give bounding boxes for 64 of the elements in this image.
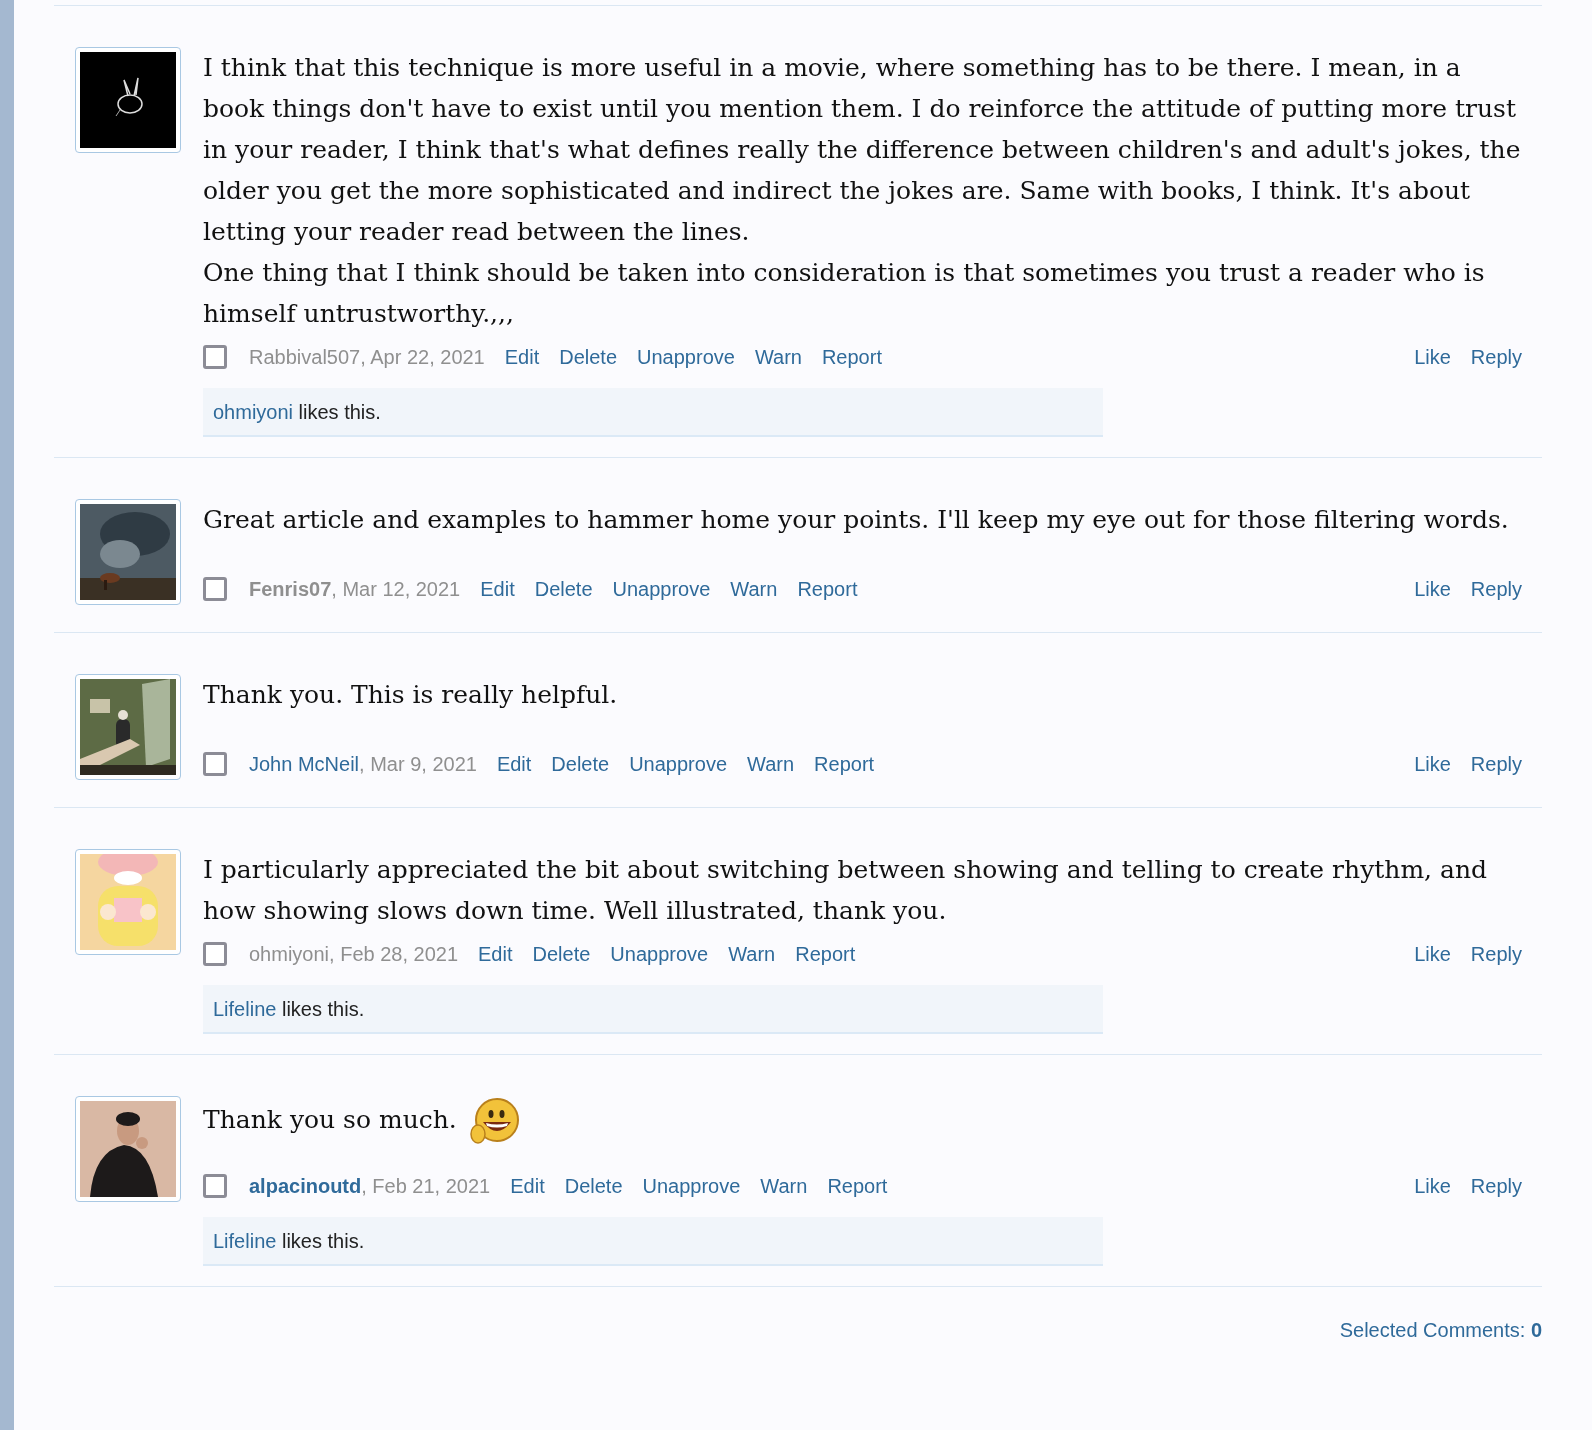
post-date: , Mar 9, 2021 — [359, 752, 477, 777]
likes-text: likes this. — [297, 399, 381, 425]
comment-text: I think that this technique is more useful in a movie, where something has to be there. I mean, in a book things don't have to exist until you mention them. I do reinforce the attitude of putting more trust in your reader, I think that's what defines really the difference between children's and adult's jokes, the older you get the more sophisticated and indirect the jokes are. Same with books, I think. It's about letting your reader read between the lines. — [203, 52, 1522, 248]
author-name[interactable]: alpacinoutd — [249, 1171, 362, 1201]
post-date: , Mar 12, 2021 — [331, 577, 461, 602]
author-name[interactable]: Fenris07 — [249, 574, 332, 604]
action-link[interactable]: Delete — [534, 574, 593, 604]
action-link[interactable]: Like — [1414, 939, 1451, 969]
action-link[interactable]: Warn — [728, 939, 776, 969]
post-date: , Apr 22, 2021 — [360, 345, 485, 370]
user-link[interactable]: Lifeline — [213, 1225, 277, 1256]
action-link[interactable]: Report — [797, 574, 858, 604]
action-link[interactable]: Report — [795, 939, 856, 969]
post-date: , Feb 28, 2021 — [329, 942, 459, 967]
action-link[interactable]: Warn — [747, 749, 795, 779]
author-name[interactable]: John McNeil — [249, 749, 360, 779]
post-date: , Feb 21, 2021 — [361, 1174, 491, 1199]
action-link[interactable]: Delete — [551, 749, 610, 779]
select-checkbox[interactable] — [203, 942, 227, 966]
action-link[interactable]: Reply — [1470, 342, 1522, 372]
action-link[interactable]: Warn — [760, 1171, 808, 1201]
select-checkbox[interactable] — [203, 577, 227, 601]
user-link[interactable]: ohmiyoni — [213, 396, 294, 427]
action-link[interactable]: Edit — [496, 749, 532, 779]
author-name[interactable]: ohmiyoni — [249, 939, 330, 969]
likes-text: likes this. — [280, 996, 365, 1022]
action-link[interactable]: Edit — [478, 939, 513, 969]
comment-text: Thank you. This is really helpful. — [203, 679, 619, 711]
comment-text: Thank you so much. — [203, 1104, 457, 1134]
author-name[interactable]: Rabbival507 — [249, 342, 361, 372]
action-link[interactable]: Report — [814, 749, 875, 779]
action-link[interactable]: Unapprove — [612, 574, 711, 604]
action-link[interactable]: Edit — [504, 342, 540, 372]
action-link[interactable]: Report — [821, 342, 882, 372]
action-link[interactable]: Delete — [532, 939, 591, 969]
action-link[interactable]: Reply — [1470, 574, 1522, 604]
action-link[interactable]: Reply — [1470, 749, 1522, 779]
selected-comments-count: 0 — [1530, 1318, 1542, 1343]
action-link[interactable]: Like — [1414, 342, 1451, 372]
action-link[interactable]: Reply — [1470, 1171, 1522, 1201]
comment-text: One thing that I think should be taken into consideration is that sometimes you trust a reader who is himself untrustworthy.,,, — [203, 257, 1486, 330]
select-checkbox[interactable] — [203, 1174, 227, 1198]
select-checkbox[interactable] — [203, 345, 227, 369]
action-link[interactable]: Like — [1414, 1171, 1451, 1201]
comment-text: I particularly appreciated the bit about switching between showing and telling to create rhythm, and how showing slows down time. Well illustrated, thank you. — [203, 854, 1488, 927]
action-link[interactable]: Report — [827, 1171, 888, 1201]
action-link[interactable]: Like — [1414, 749, 1451, 779]
action-link[interactable]: Warn — [754, 342, 802, 372]
action-link[interactable]: Edit — [510, 1171, 545, 1201]
action-link[interactable]: Unapprove — [629, 749, 727, 779]
likes-text: likes this. — [280, 1228, 365, 1254]
action-link[interactable]: Unapprove — [642, 1171, 741, 1201]
action-link[interactable]: Like — [1414, 574, 1451, 604]
action-link[interactable]: Reply — [1470, 939, 1522, 969]
action-link[interactable]: Warn — [730, 574, 778, 604]
selected-comments-label: Selected Comments: — [1339, 1318, 1527, 1343]
action-link[interactable]: Edit — [480, 574, 515, 604]
action-link[interactable]: Unapprove — [637, 342, 735, 372]
user-link[interactable]: Lifeline — [213, 993, 277, 1024]
select-checkbox[interactable] — [203, 752, 227, 776]
action-link[interactable]: Delete — [564, 1171, 623, 1201]
comment-text: Great article and examples to hammer home your points. I'll keep my eye out for those filtering words. — [203, 504, 1510, 536]
action-link[interactable]: Delete — [559, 342, 618, 372]
action-link[interactable]: Unapprove — [610, 939, 709, 969]
